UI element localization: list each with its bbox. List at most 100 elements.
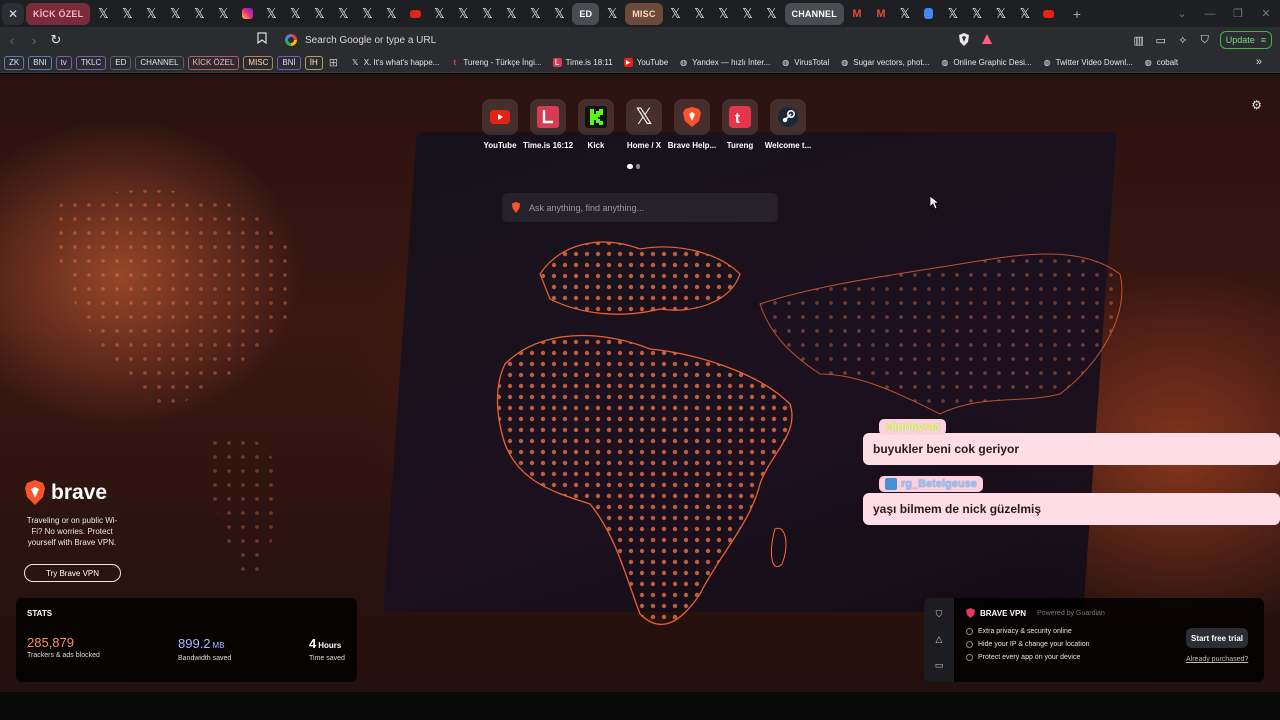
tab-group-kick[interactable]: KİCK ÖZEL (26, 2, 91, 25)
tab-x[interactable]: 𝕏 (966, 3, 988, 25)
omnibox[interactable]: Search Google or type a URL (280, 30, 1000, 50)
tab-x[interactable]: 𝕏 (332, 3, 354, 25)
tab-x[interactable]: 𝕏 (428, 3, 450, 25)
tab-x[interactable]: 𝕏 (601, 3, 623, 25)
ntp-search-box[interactable] (502, 193, 778, 222)
tab-x[interactable]: 𝕏 (356, 3, 378, 25)
close-window-icon[interactable]: ✕ (1252, 7, 1280, 20)
tab-x[interactable]: 𝕏 (665, 3, 687, 25)
top-site-x[interactable]: 𝕏 Home / X (620, 99, 668, 150)
bookmark-folder-channel[interactable]: CHANNEL (135, 55, 184, 70)
top-site-label: Tureng (726, 141, 754, 150)
tab-group-misc[interactable]: MISC (625, 2, 663, 25)
bookmark-timeis[interactable]: L Time.is 18:11 (552, 58, 613, 67)
top-site-steam[interactable]: Welcome t... (764, 99, 812, 150)
tab-x[interactable]: 𝕏 (212, 3, 234, 25)
already-purchased-link[interactable]: Already purchased? (1186, 656, 1248, 663)
tab-x[interactable]: 𝕏 (500, 3, 522, 25)
tab-x[interactable]: 𝕏 (164, 3, 186, 25)
tab-x[interactable]: 𝕏 (524, 3, 546, 25)
bookmark-youtube[interactable]: ▶ YouTube (623, 58, 668, 67)
try-brave-vpn-button[interactable]: Try Brave VPN (24, 564, 121, 582)
update-button[interactable]: Update ≡ (1219, 31, 1272, 49)
top-site-timeis[interactable]: Time.is 16:12 (523, 99, 573, 150)
tab-x[interactable]: 𝕏 (308, 3, 330, 25)
vpn-shield-icon[interactable]: ⛉ (1198, 34, 1212, 47)
tab-x[interactable]: 𝕏 (476, 3, 498, 25)
tab-docs[interactable] (918, 3, 940, 25)
brave-shields-icon[interactable] (958, 33, 970, 46)
tab-x[interactable]: 𝕏 (548, 3, 570, 25)
ntp-search-input[interactable] (529, 202, 759, 213)
top-sites-pagination[interactable] (627, 164, 640, 169)
tab-x[interactable]: 𝕏 (188, 3, 210, 25)
tab-x[interactable]: 𝕏 (990, 3, 1012, 25)
tab-youtube[interactable] (404, 3, 426, 25)
tab-x[interactable]: 𝕏 (116, 3, 138, 25)
tab-x[interactable]: 𝕏 (1014, 3, 1036, 25)
bookmark-folder-bni2[interactable]: BNİ (277, 55, 301, 70)
customize-settings-icon[interactable]: ⚙ (1251, 98, 1262, 112)
bookmark-folder-bni[interactable]: BNI (28, 55, 52, 70)
top-site-tureng[interactable]: t Tureng (716, 99, 764, 150)
more-bookmarks-icon[interactable]: » (1256, 56, 1262, 68)
tab-x[interactable]: 𝕏 (260, 3, 282, 25)
bookmark-twitter-video[interactable]: ◍ Twitter Video Downl... (1043, 58, 1133, 67)
tab-x[interactable]: 𝕏 (452, 3, 474, 25)
bookmark-folder-misc[interactable]: MISC (243, 55, 274, 70)
tab-x[interactable]: 𝕏 (284, 3, 306, 25)
bookmark-cobalt[interactable]: ◍ cobalt (1144, 58, 1178, 67)
reload-icon[interactable]: ↻ (46, 32, 66, 48)
tab-x[interactable]: 𝕏 (689, 3, 711, 25)
tab-x[interactable]: 𝕏 (140, 3, 162, 25)
omnibox-placeholder[interactable]: Search Google or type a URL (305, 35, 436, 46)
leo-ai-icon[interactable]: ✧ (1176, 34, 1190, 47)
bookmark-yandex[interactable]: ◍ Yandex — hızlı İnter... (679, 58, 770, 67)
minimize-icon[interactable]: — (1196, 8, 1224, 20)
wallet-icon[interactable]: ▭ (1154, 34, 1168, 47)
top-site-brave-help[interactable]: Brave Help... (668, 99, 716, 150)
tab-instagram[interactable] (236, 3, 258, 25)
tab-x[interactable]: 𝕏 (92, 3, 114, 25)
tab-x[interactable]: 𝕏 (713, 3, 735, 25)
apps-grid-icon[interactable]: ⊞ (329, 56, 345, 69)
cards-widget-icon[interactable]: ▭ (935, 660, 944, 671)
tab-x[interactable]: 𝕏 (942, 3, 964, 25)
new-tab-button[interactable]: + (1066, 3, 1088, 25)
bookmark-folder-zk[interactable]: ZK (4, 55, 25, 70)
tab-group-channel[interactable]: CHANNEL (784, 2, 844, 25)
tab-youtube[interactable] (1038, 3, 1060, 25)
bookmark-folder-tklc[interactable]: TKLC (75, 55, 107, 70)
back-icon[interactable]: ‹ (2, 33, 22, 48)
rewards-widget-icon[interactable]: △ (936, 634, 943, 645)
tab-x[interactable]: 𝕏 (761, 3, 783, 25)
top-site-kick[interactable]: Kick (572, 99, 620, 150)
tab-x[interactable]: 𝕏 (380, 3, 402, 25)
tab-x[interactable]: 𝕏 (737, 3, 759, 25)
tab-x[interactable]: 𝕏 (894, 3, 916, 25)
bookmark-sugar[interactable]: ◍ Sugar vectors, phot... (840, 58, 929, 67)
tab-search-icon[interactable]: ⌄ (1168, 7, 1196, 20)
page-dot[interactable] (636, 164, 640, 169)
bookmark-folder-kick[interactable]: KİCK ÖZEL (187, 55, 240, 70)
tab-gmail[interactable]: M (846, 3, 868, 25)
sidebar-icon[interactable]: ▥ (1132, 34, 1146, 47)
tab-group-ed[interactable]: ED (572, 2, 600, 25)
bookmark-x[interactable]: 𝕏 X. It's what's happe... (351, 58, 439, 67)
bookmark-icon[interactable] (257, 32, 271, 46)
maximize-icon[interactable]: ❐ (1224, 7, 1252, 20)
bookmark-online-graphic[interactable]: ◍ Online Graphic Desi... (940, 58, 1031, 67)
vpn-widget-icon[interactable]: ⛉ (936, 609, 943, 620)
close-tab-icon[interactable]: ✕ (2, 2, 24, 25)
forward-icon[interactable]: › (24, 33, 44, 48)
tab-gmail[interactable]: M (870, 3, 892, 25)
top-site-youtube[interactable]: YouTube (476, 99, 524, 150)
brave-rewards-icon[interactable] (981, 33, 993, 45)
bookmark-tureng[interactable]: t Tureng - Türkçe İngi... (450, 58, 541, 67)
bookmark-folder-tv[interactable]: tv (55, 55, 72, 70)
page-dot-active[interactable] (627, 164, 633, 169)
bookmark-folder-ih[interactable]: İH (304, 55, 323, 70)
bookmark-virustotal[interactable]: ◍ VirusTotal (781, 58, 829, 67)
bookmark-folder-ed[interactable]: ED (110, 55, 132, 70)
start-free-trial-button[interactable]: Start free trial (1186, 628, 1248, 648)
